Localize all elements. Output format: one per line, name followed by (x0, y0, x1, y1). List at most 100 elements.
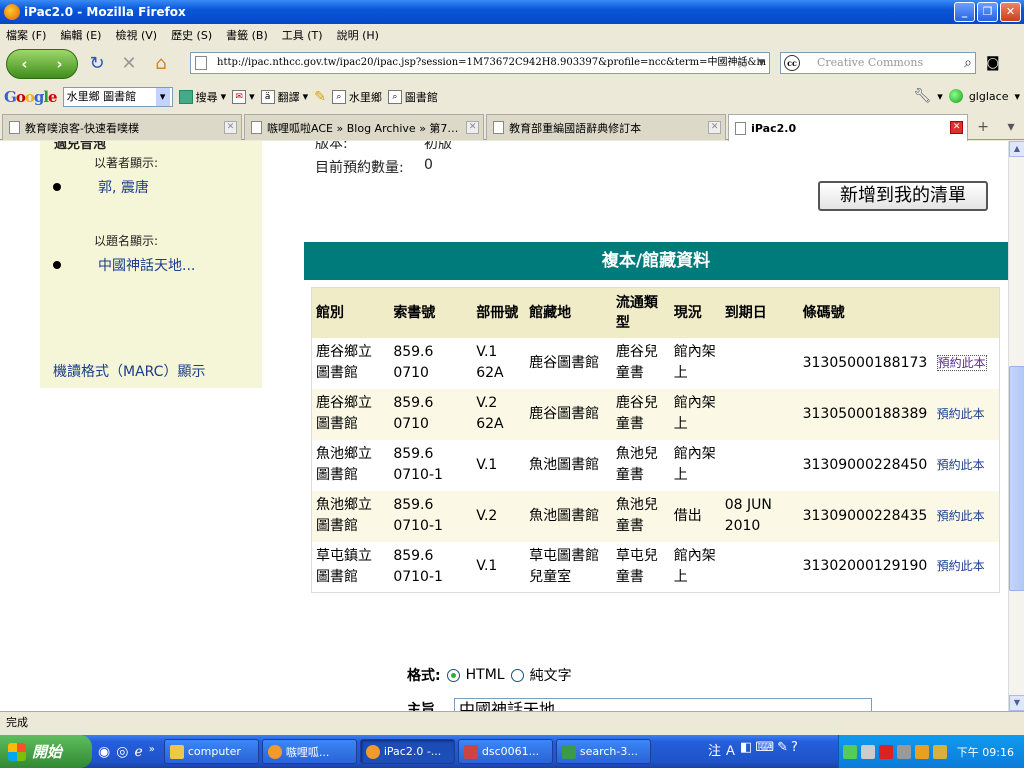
user-dropdown-icon[interactable]: ▾ (1014, 90, 1020, 103)
new-tab-button[interactable]: + (970, 114, 996, 140)
table-row: 魚池鄉立圖書館 859.6 0710-1 V.2 魚池圖書館 魚池兒童書 借出 … (311, 490, 1000, 542)
ie-quicklaunch-icon[interactable]: ℯ (134, 744, 142, 760)
back-forward-buttons[interactable]: ‹ › (6, 49, 78, 79)
minimize-button[interactable]: _ (954, 2, 975, 22)
url-bar[interactable]: http://ipac.nthcc.gov.tw/ipac20/ipac.jsp… (190, 52, 770, 74)
search-bar[interactable]: cc Creative Commons ⌕ (780, 52, 976, 74)
tab-ipac[interactable]: iPac2.0 ✕ (728, 114, 969, 141)
camera-icon[interactable]: ◙ (986, 55, 1000, 71)
bookmark-star-icon[interactable]: ☆ (736, 53, 749, 73)
translate-button[interactable]: ä 翻譯 ▾ (260, 89, 308, 105)
tab-close-icon[interactable]: ✕ (708, 121, 722, 134)
menu-file[interactable]: 檔案 (F) (6, 27, 46, 43)
table-row: 鹿谷鄉立圖書館 859.6 0710 V.1 62A 鹿谷圖書館 鹿谷兒童書 館… (311, 337, 1000, 389)
tray-app-icon[interactable] (896, 744, 911, 759)
tray-network-icon[interactable] (842, 744, 857, 759)
bookmark-library[interactable]: ⌕ 圖書館 (387, 89, 438, 105)
menu-history[interactable]: 歷史 (S) (171, 27, 212, 43)
home-icon[interactable]: ⌂ (148, 51, 174, 77)
sidebar-cut-heading: 適兒音泡 (54, 141, 107, 152)
reserve-link[interactable]: 預約此本 (937, 559, 985, 573)
maximize-button[interactable]: ❐ (977, 2, 998, 22)
status-text: 完成 (6, 716, 28, 729)
task-ipac[interactable]: iPac2.0 -... (359, 739, 455, 764)
scroll-up-icon[interactable]: ▲ (1009, 141, 1024, 157)
reload-icon[interactable]: ↻ (84, 51, 110, 77)
clock[interactable]: 下午 09:16 (957, 744, 1014, 760)
tab-close-icon[interactable]: ✕ (466, 121, 480, 134)
menu-tools[interactable]: 工具 (T) (282, 27, 323, 43)
wrench-dropdown-icon[interactable]: ▾ (937, 90, 943, 103)
menu-help[interactable]: 說明 (H) (337, 27, 379, 43)
menu-view[interactable]: 檢視 (V) (115, 27, 157, 43)
task-image[interactable]: dsc0061... (457, 739, 553, 764)
author-label: 以著者顯示: (94, 156, 159, 170)
scroll-thumb[interactable] (1009, 366, 1024, 591)
google-search-select[interactable]: 水里鄉 圖書館 (62, 86, 173, 107)
ime-tool-icon[interactable]: ✎ (777, 740, 788, 759)
reserve-link[interactable]: 預約此本 (937, 407, 985, 421)
firefox-quicklaunch-icon[interactable]: ◉ (98, 744, 110, 760)
vertical-scrollbar[interactable]: ▲ ▼ (1008, 141, 1024, 711)
reserve-link[interactable]: 預約此本 (936, 354, 987, 371)
tray-app-icon[interactable] (914, 744, 929, 759)
reserve-link[interactable]: 預約此本 (937, 458, 985, 472)
ime-help-icon[interactable]: ? (791, 740, 798, 759)
title-link[interactable]: 中國神話天地... (98, 255, 195, 275)
format-html-radio[interactable] (446, 668, 460, 682)
google-user[interactable]: glglace (969, 90, 1009, 103)
forward-arrow-icon[interactable]: › (56, 55, 62, 73)
ime-mode-icon[interactable]: 注 (708, 740, 721, 759)
highlighter-icon: ✎ (314, 88, 326, 105)
format-text-radio[interactable] (510, 668, 524, 682)
task-blog[interactable]: 嗾哩呱... (261, 739, 357, 764)
app-quicklaunch-icon[interactable]: ◎ (116, 744, 128, 760)
menu-edit[interactable]: 編輯 (E) (60, 27, 101, 43)
google-search-button[interactable]: 搜尋 ▾ (178, 89, 226, 105)
creative-commons-icon[interactable]: cc (784, 55, 800, 71)
tray-antivirus-icon[interactable] (878, 744, 893, 759)
search-icon[interactable]: ⌕ (964, 53, 972, 73)
ime-half-icon[interactable]: ◧ (740, 740, 752, 759)
reserve-link[interactable]: 預約此本 (937, 509, 985, 523)
callno-cell: 859.6 0710 (389, 388, 473, 440)
tab-close-icon[interactable]: ✕ (950, 121, 964, 134)
tray-app-icon[interactable] (860, 744, 875, 759)
location-cell: 鹿谷圖書館 (525, 337, 612, 389)
tab-plurk[interactable]: 教育噗浪客-快速看噗樸 ✕ (2, 114, 243, 140)
menu-bookmarks[interactable]: 書籤 (B) (226, 27, 268, 43)
volume-cell: V.2 (472, 490, 526, 542)
start-button[interactable]: 開始 (0, 735, 92, 768)
column-header: 流通類型 (611, 287, 670, 338)
task-computer[interactable]: computer (163, 739, 259, 764)
barcode-cell: 31305000188173 (798, 337, 933, 389)
bookmark-shuilixiang[interactable]: ⌕ 水里鄉 (331, 89, 382, 105)
url-dropdown-icon[interactable]: ▼ (758, 53, 765, 73)
subject-input[interactable]: 中國神話天地 (454, 698, 872, 711)
scroll-down-icon[interactable]: ▼ (1009, 695, 1024, 711)
stop-icon[interactable]: ✕ (116, 51, 142, 77)
firefox-icon (267, 744, 282, 759)
tray-lock-icon[interactable] (932, 744, 947, 759)
title-label: 以題名顯示: (94, 234, 159, 248)
back-arrow-icon[interactable]: ‹ (21, 55, 27, 73)
add-to-list-button[interactable]: 新增到我的清單 (818, 181, 988, 211)
status-cell: 館內架上 (669, 541, 721, 593)
marc-link[interactable]: 機讀格式（MARC）顯示 (53, 361, 205, 381)
navigation-toolbar: ‹ › ↻ ✕ ⌂ http://ipac.nthcc.gov.tw/ipac2… (0, 45, 1024, 83)
tab-close-icon[interactable]: ✕ (224, 121, 238, 134)
tab-blog[interactable]: 嗾哩呱啦ACE » Blog Archive » 第7… ✕ (244, 114, 485, 140)
google-toolbar: Google 水里鄉 圖書館 搜尋 ▾ ✉ ▾ ä翻譯 ▾ ✎ ⌕水里鄉 ⌕圖書… (0, 83, 1024, 110)
close-button[interactable]: ✕ (1000, 2, 1021, 22)
tab-list-button[interactable]: ▾ (998, 114, 1024, 140)
mail-button[interactable]: ✉ ▾ (232, 89, 255, 104)
ime-bar[interactable]: 注 Ａ ◧ ⌨ ✎ ? (708, 740, 798, 759)
ime-a-icon[interactable]: Ａ (724, 740, 737, 759)
highlighter-button[interactable]: ✎ (314, 89, 326, 105)
author-link[interactable]: 郭, 震唐 (98, 177, 149, 197)
wrench-icon[interactable]: 🔧︎ (914, 88, 932, 104)
ime-keyboard-icon[interactable]: ⌨ (755, 740, 774, 759)
task-search[interactable]: search-3... (555, 739, 651, 764)
overflow-chevron-icon[interactable]: » (149, 744, 155, 760)
tab-dictionary[interactable]: 教育部重編國語辭典修訂本 ✕ (486, 114, 727, 140)
